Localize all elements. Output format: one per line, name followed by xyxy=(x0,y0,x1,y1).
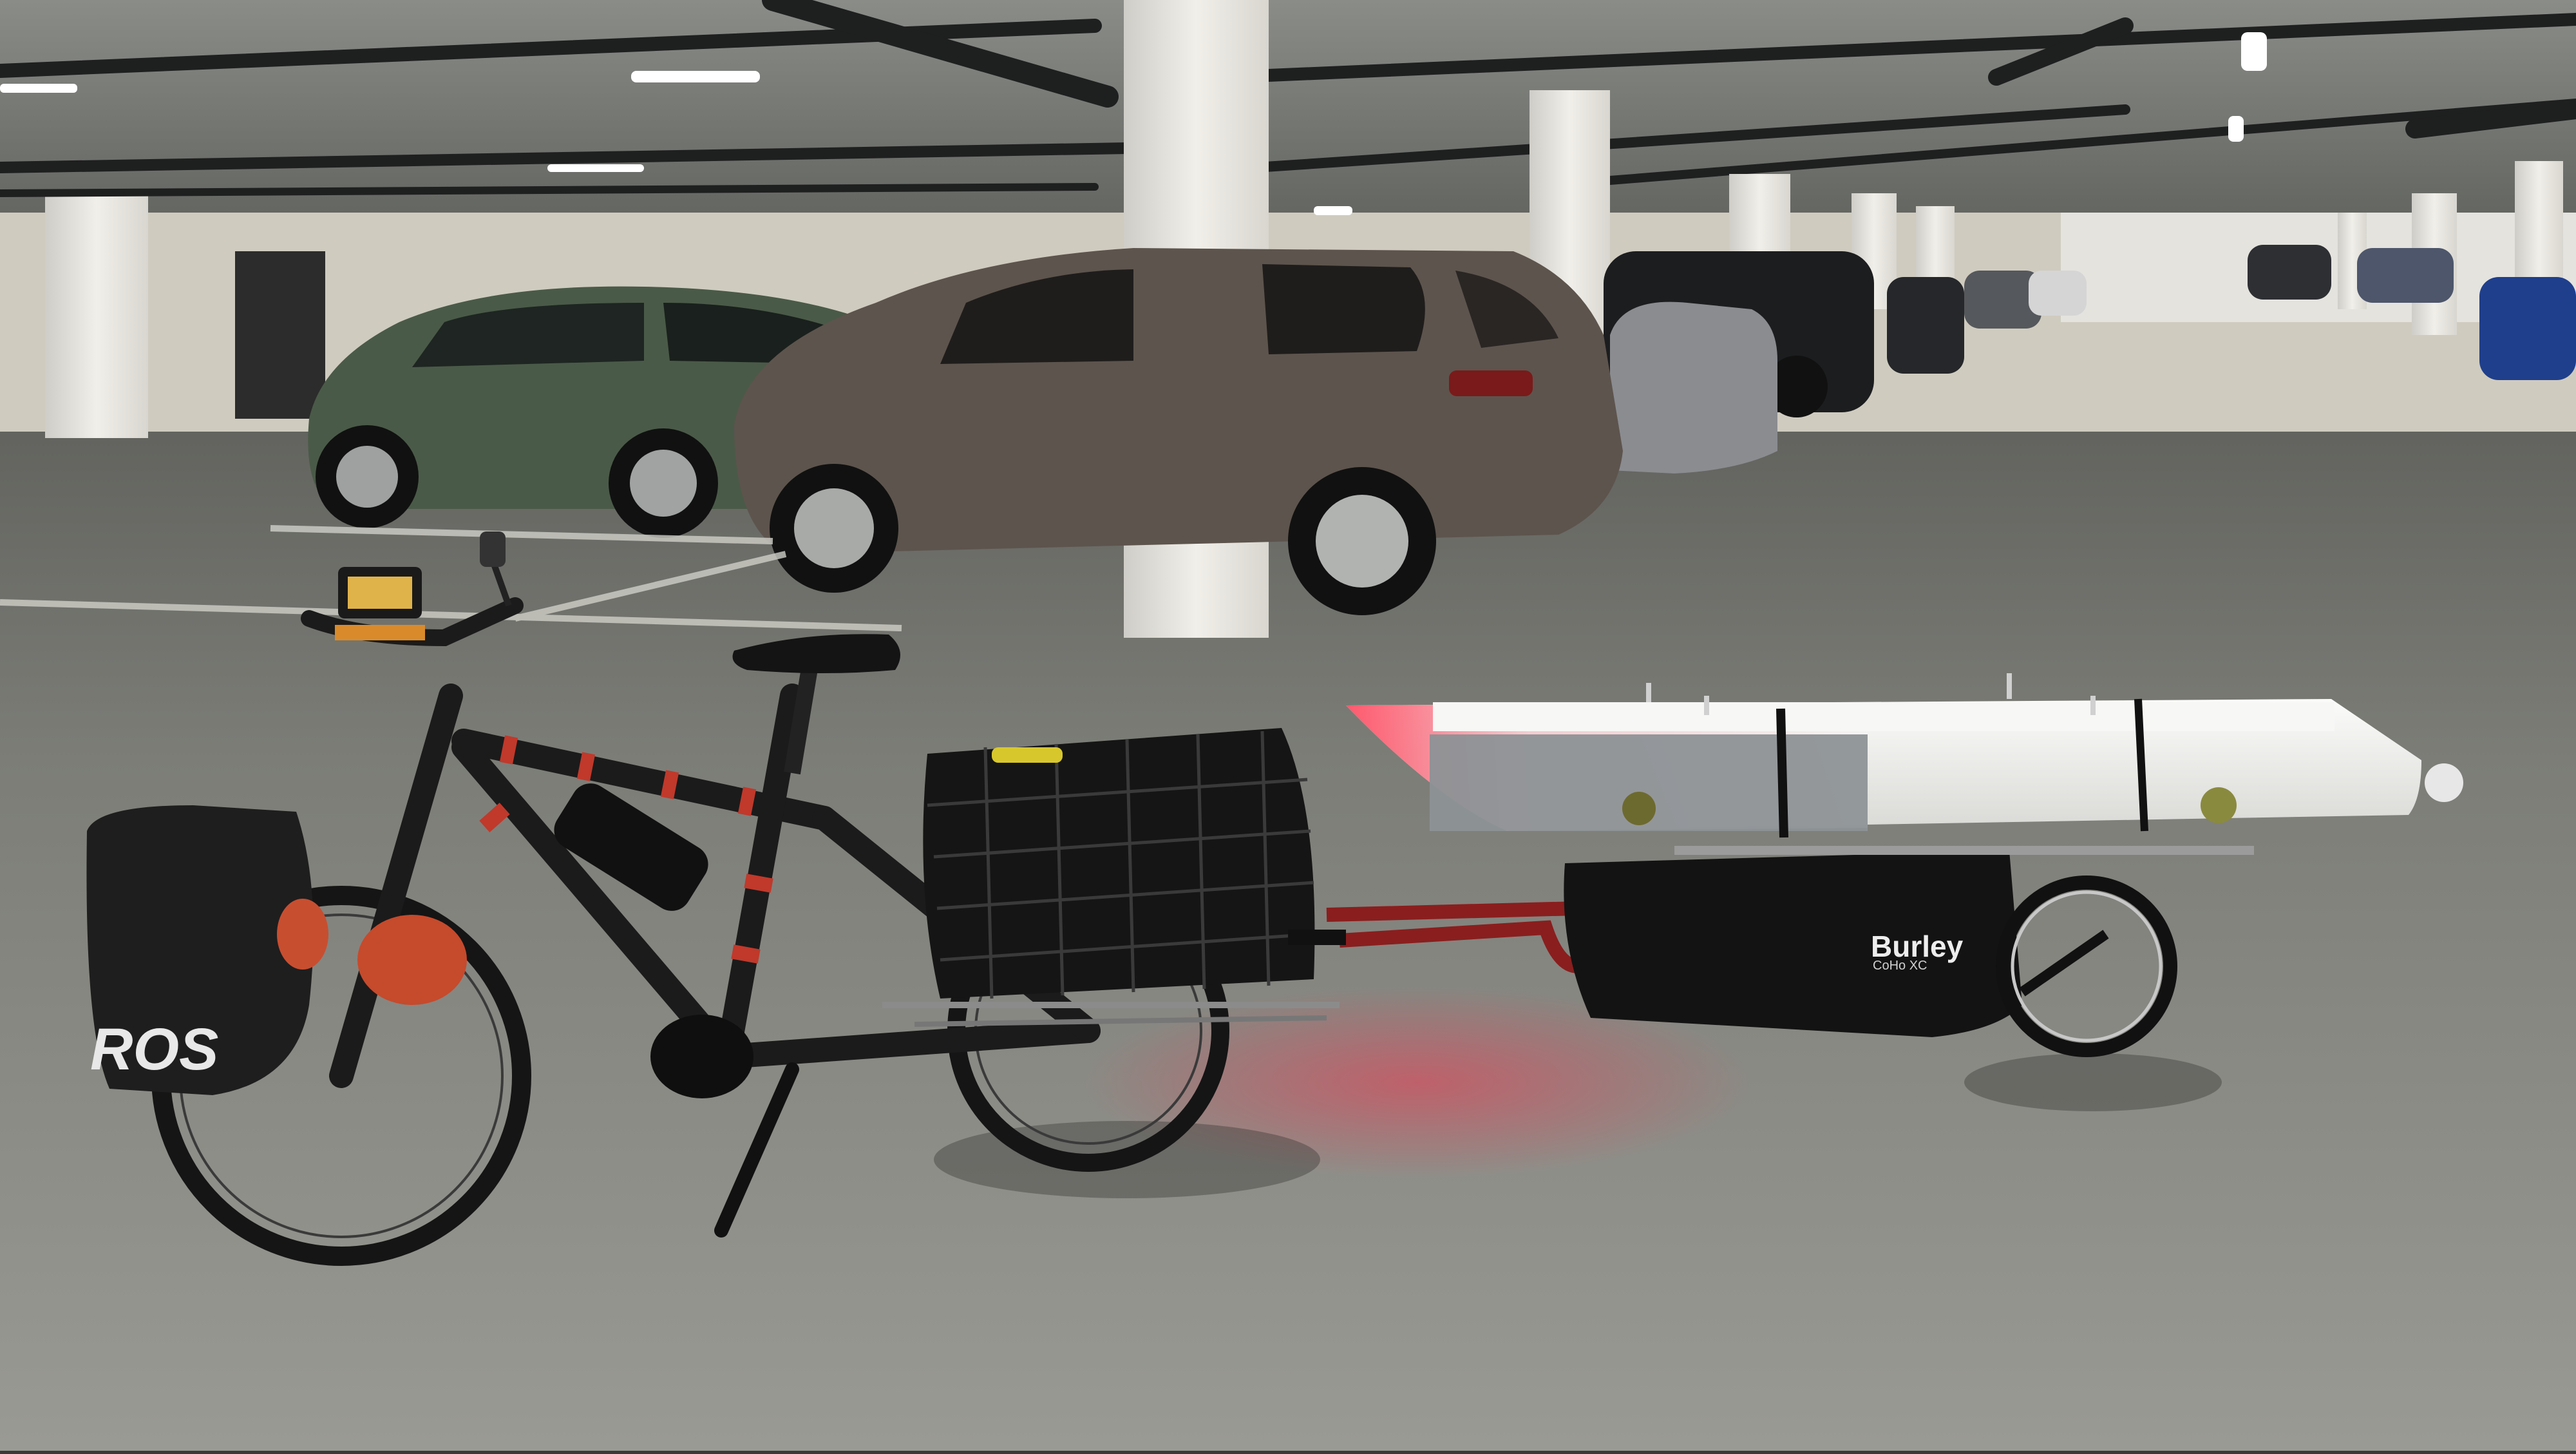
covered-car xyxy=(1610,301,1777,474)
parking-garage-photo: ROS Burley CoHo XC xyxy=(0,0,2576,1451)
trailer-model-text: CoHo XC xyxy=(1873,959,1927,973)
door xyxy=(235,251,325,419)
bag-logo-text: ROS xyxy=(90,1017,218,1082)
bike-motor xyxy=(650,1015,753,1098)
